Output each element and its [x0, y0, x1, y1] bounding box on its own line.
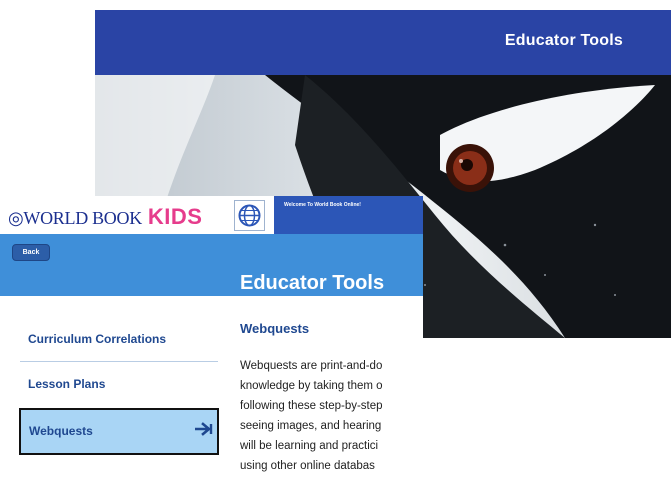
- world-book-globe-icon[interactable]: [234, 200, 265, 231]
- background-header: Educator Tools: [95, 10, 671, 75]
- body-line: knowledge by taking them o: [240, 380, 383, 392]
- background-page-title: Educator Tools: [504, 32, 623, 49]
- back-button[interactable]: Back: [12, 244, 50, 261]
- globe-icon: [238, 204, 261, 227]
- body-line: seeing images, and hearing: [240, 420, 382, 432]
- body-line: following these step-by-step: [240, 400, 383, 412]
- sidebar-item-curriculum-correlations[interactable]: Curriculum Correlations: [18, 324, 216, 360]
- section-title: Webquests: [240, 321, 310, 336]
- section-body: Webquests are print-and-do knowledge by …: [240, 356, 423, 476]
- body-line: using other online databas: [240, 460, 375, 472]
- title-bar: Back Educator Tools: [0, 234, 423, 296]
- body-line: will be learning and practici: [240, 440, 379, 452]
- body-line: Webquests are print-and-do: [240, 360, 383, 372]
- welcome-strip: Welcome To World Book Online!: [274, 196, 423, 234]
- sidebar-item-label: Webquests: [29, 424, 93, 438]
- logo-world-book-text: ◎WORLD BOOK: [8, 208, 142, 228]
- sidebar-item-lesson-plans[interactable]: Lesson Plans: [18, 372, 216, 402]
- sidebar-divider: [20, 361, 218, 362]
- front-window: ◎WORLD BOOK KIDS Welcome To World Book On…: [0, 196, 423, 489]
- welcome-text: Welcome To World Book Online!: [284, 202, 361, 208]
- logo-kids-text: KIDS: [147, 204, 203, 229]
- sidebar-item-label: Curriculum Correlations: [28, 332, 167, 346]
- sidebar-item-webquests[interactable]: Webquests: [19, 408, 219, 455]
- top-bar: ◎WORLD BOOK KIDS Welcome To World Book On…: [0, 196, 423, 234]
- world-book-kids-logo[interactable]: ◎WORLD BOOK KIDS: [8, 204, 202, 230]
- page-title: Educator Tools: [240, 272, 385, 294]
- sidebar-item-label: Lesson Plans: [28, 377, 106, 391]
- arrow-right-icon: [195, 422, 213, 436]
